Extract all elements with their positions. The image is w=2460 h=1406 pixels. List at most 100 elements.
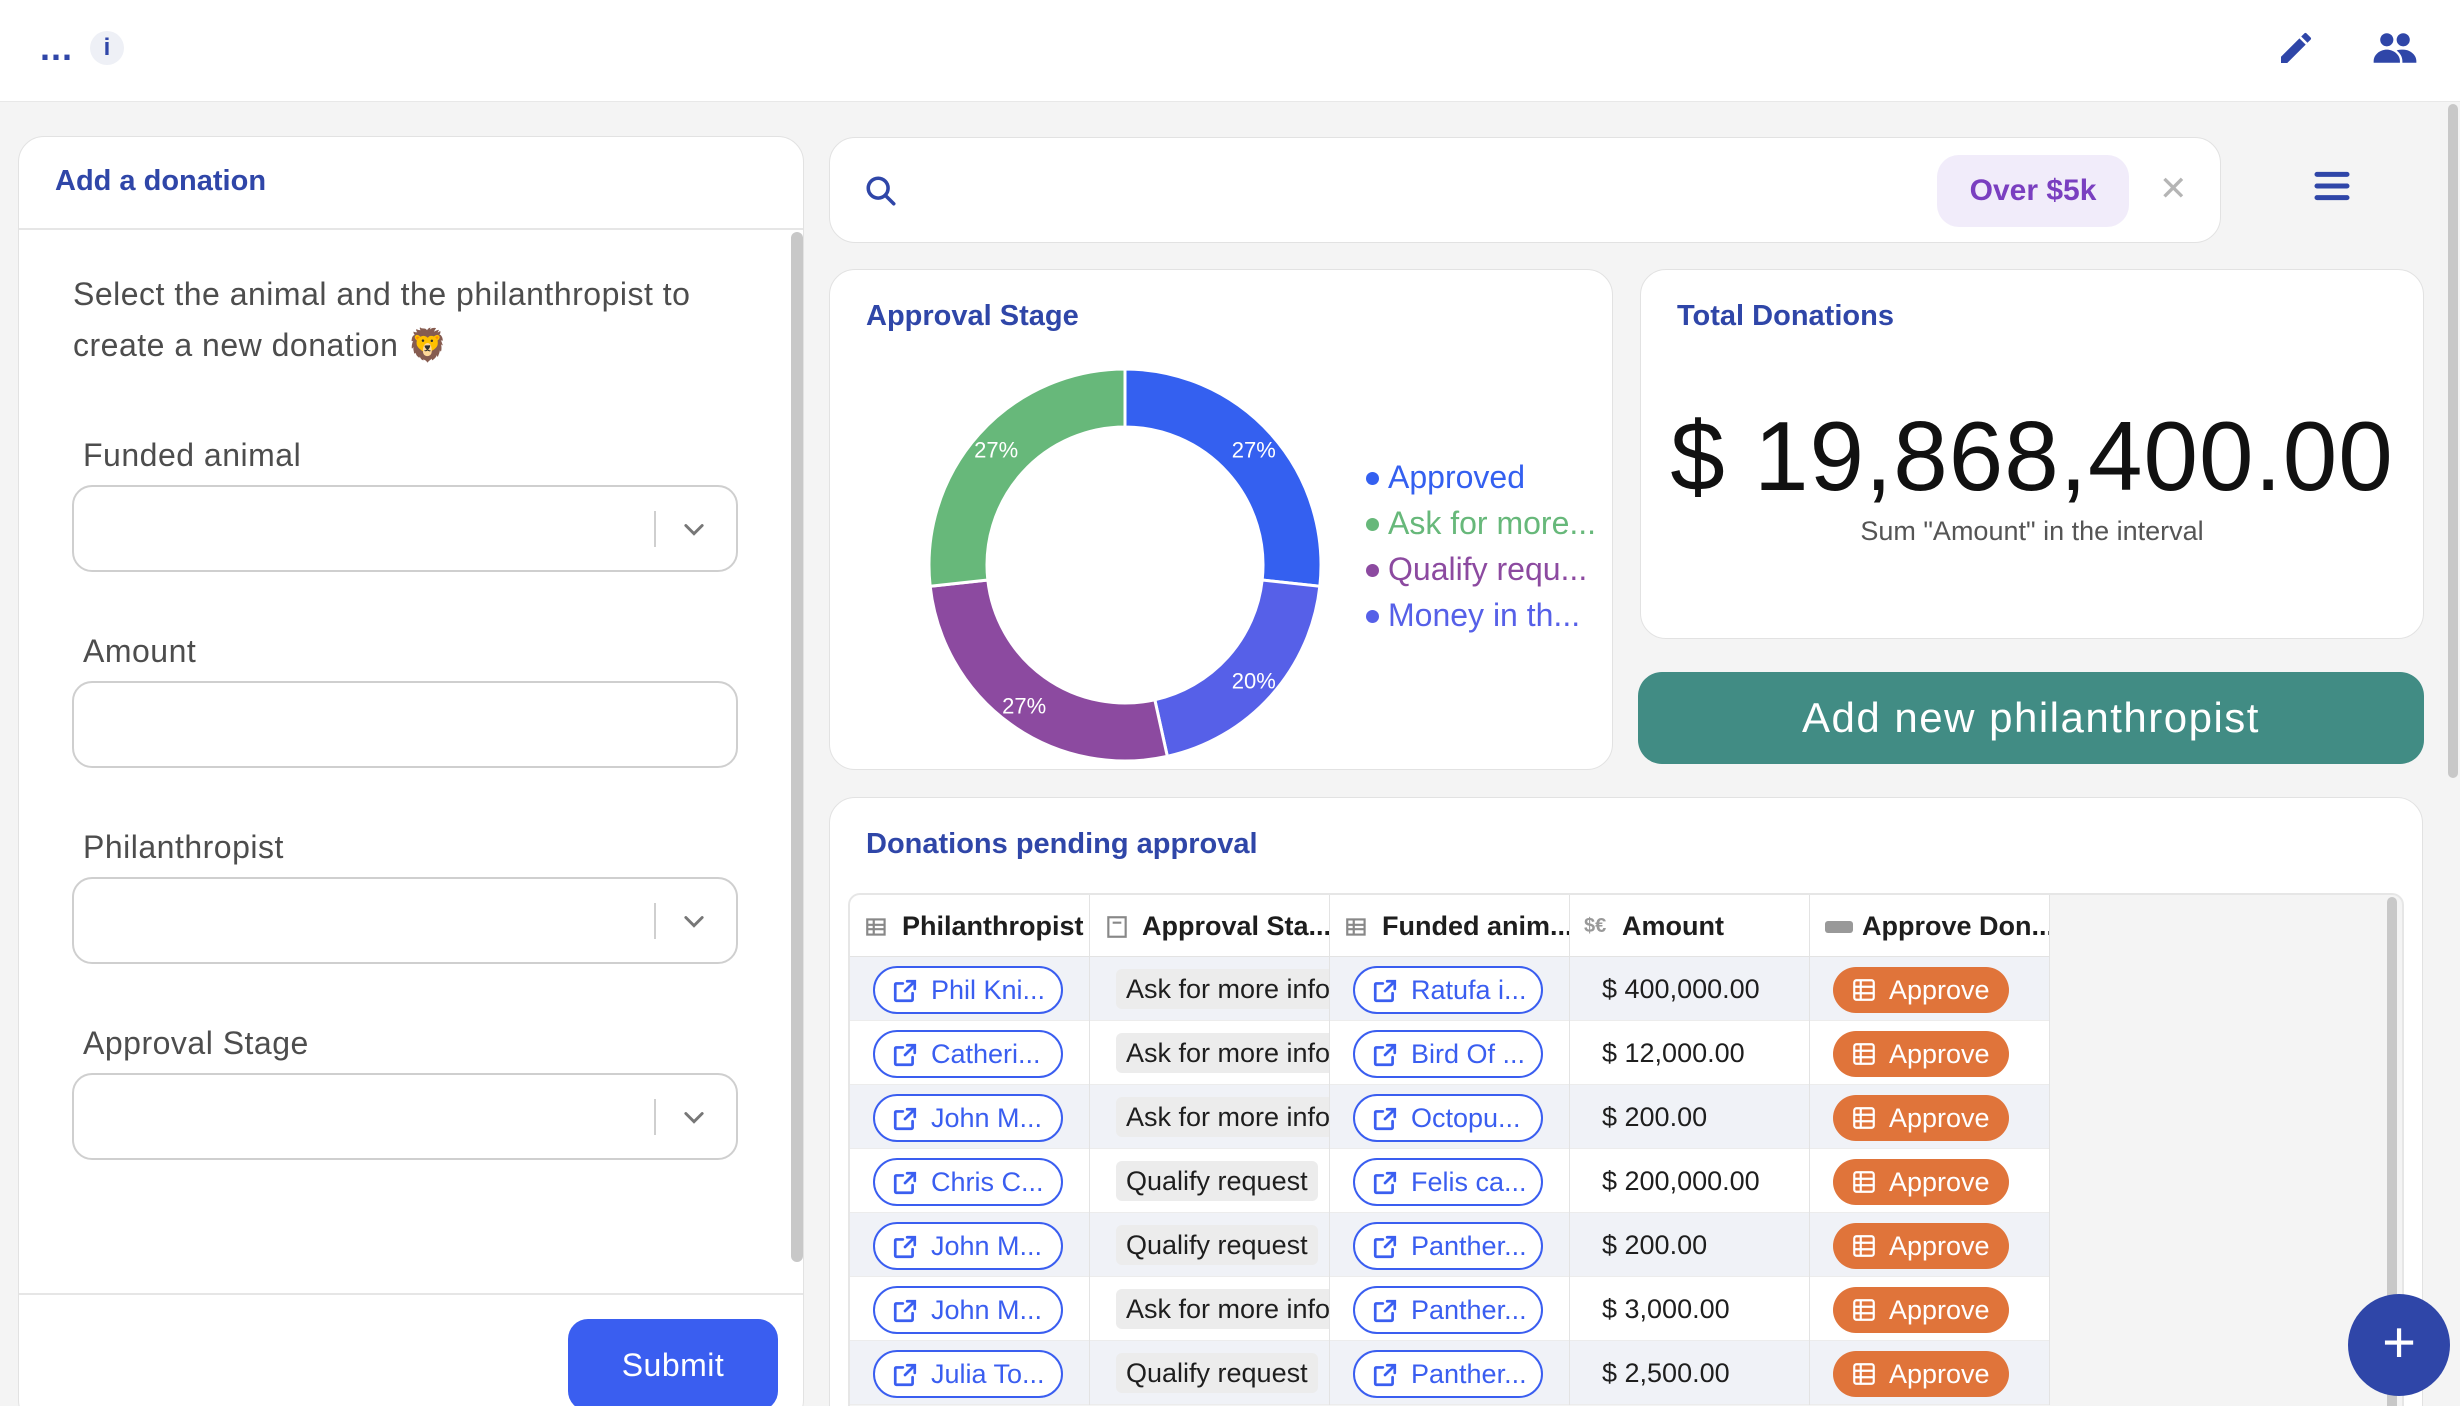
funded-animal-select[interactable] bbox=[72, 485, 738, 572]
pencil-icon[interactable] bbox=[2276, 28, 2316, 68]
cell-funded-animal: Panther... bbox=[1330, 1213, 1570, 1277]
button-field-icon bbox=[1825, 921, 1853, 933]
table-row[interactable]: John M... Ask for more info Octopu... $ … bbox=[850, 1085, 2050, 1149]
approve-button[interactable]: Approve bbox=[1833, 1223, 2009, 1269]
amount-value: $ 200.00 bbox=[1602, 1102, 1708, 1132]
more-icon[interactable]: ... bbox=[40, 30, 73, 66]
submit-button[interactable]: Submit bbox=[568, 1319, 778, 1406]
cell-philanthropist: John M... bbox=[850, 1085, 1090, 1149]
cell-approve: Approve bbox=[1810, 1213, 2050, 1277]
external-link-icon bbox=[893, 1107, 917, 1131]
chart-title: Approval Stage bbox=[866, 300, 1079, 332]
approve-label: Approve bbox=[1889, 1359, 1990, 1389]
table-row[interactable]: John M... Ask for more info Panther... $… bbox=[850, 1277, 2050, 1341]
column-header-amount[interactable]: $€ Amount bbox=[1570, 895, 1810, 957]
external-link-icon bbox=[1373, 1171, 1397, 1195]
stage-chip: Qualify request bbox=[1116, 1161, 1318, 1201]
search-icon[interactable] bbox=[864, 174, 898, 208]
amount-value: $ 200,000.00 bbox=[1602, 1166, 1760, 1196]
cell-approval-stage: Qualify request bbox=[1090, 1149, 1330, 1213]
animal-link[interactable]: Felis ca... bbox=[1353, 1158, 1543, 1206]
approval-stage-select[interactable] bbox=[72, 1073, 738, 1160]
donut-slice-approved[interactable] bbox=[1123, 367, 1323, 588]
table-row[interactable]: Chris C... Qualify request Felis ca... $… bbox=[850, 1149, 2050, 1213]
animal-link[interactable]: Panther... bbox=[1353, 1350, 1543, 1398]
form-scrollbar[interactable] bbox=[791, 232, 803, 1262]
column-header-funded-animal[interactable]: Funded anim... bbox=[1330, 895, 1570, 957]
external-link-icon bbox=[1373, 1107, 1397, 1131]
link-label: Phil Kni... bbox=[931, 975, 1046, 1005]
approve-button[interactable]: Approve bbox=[1833, 1095, 2009, 1141]
animal-link[interactable]: Octopu... bbox=[1353, 1094, 1543, 1142]
cell-philanthropist: John M... bbox=[850, 1277, 1090, 1341]
chevron-down-icon bbox=[684, 1112, 704, 1124]
info-icon[interactable]: i bbox=[90, 31, 124, 65]
legend-item-money-in[interactable]: Money in th... bbox=[1364, 592, 1596, 638]
users-icon[interactable] bbox=[2372, 28, 2418, 68]
philanthropist-link[interactable]: Phil Kni... bbox=[873, 966, 1063, 1014]
filter-tag-over-5k[interactable]: Over $5k bbox=[1937, 155, 2129, 227]
amount-value: $ 200.00 bbox=[1602, 1230, 1708, 1260]
donut-slice-qualify-requ[interactable] bbox=[928, 578, 1170, 763]
philanthropist-link[interactable]: John M... bbox=[873, 1286, 1063, 1334]
chevron-down-icon bbox=[684, 524, 704, 536]
animal-link[interactable]: Panther... bbox=[1353, 1222, 1543, 1270]
table-row[interactable]: John M... Qualify request Panther... $ 2… bbox=[850, 1213, 2050, 1277]
column-header-approve[interactable]: Approve Don... bbox=[1810, 895, 2050, 957]
total-subtitle: Sum "Amount" in the interval bbox=[1860, 516, 2204, 546]
philanthropist-select[interactable] bbox=[72, 877, 738, 964]
column-header-approval-stage[interactable]: Approval Sta... bbox=[1090, 895, 1330, 957]
slice-label: 20% bbox=[1232, 668, 1276, 693]
add-fab-button[interactable]: + bbox=[2348, 1294, 2450, 1396]
search-bar[interactable]: Over $5k ✕ bbox=[829, 137, 2221, 243]
philanthropist-link[interactable]: John M... bbox=[873, 1222, 1063, 1270]
column-label: Approval Sta... bbox=[1142, 911, 1330, 941]
philanthropist-link[interactable]: Chris C... bbox=[873, 1158, 1063, 1206]
total-title: Total Donations bbox=[1677, 300, 1894, 332]
approve-button[interactable]: Approve bbox=[1833, 967, 2009, 1013]
amount-value: $ 3,000.00 bbox=[1602, 1294, 1730, 1324]
animal-link[interactable]: Ratufa i... bbox=[1353, 966, 1543, 1014]
column-label: Funded anim... bbox=[1382, 911, 1570, 941]
table-header: Philanthropist Approval Sta... Funded an… bbox=[850, 895, 2050, 957]
philanthropist-link[interactable]: Julia To... bbox=[873, 1350, 1063, 1398]
chart-legend: Approved Ask for more... Qualify requ...… bbox=[1364, 454, 1596, 638]
animal-link[interactable]: Bird Of ... bbox=[1353, 1030, 1543, 1078]
legend-item-qualify-request[interactable]: Qualify requ... bbox=[1364, 546, 1596, 592]
cell-amount: $ 200.00 bbox=[1570, 1085, 1810, 1149]
external-link-icon bbox=[893, 1235, 917, 1259]
hamburger-icon[interactable] bbox=[2312, 166, 2352, 206]
table-row[interactable]: Phil Kni... Ask for more info Ratufa i..… bbox=[850, 957, 2050, 1021]
donut-slice-ask-for-more[interactable] bbox=[927, 367, 1127, 588]
approve-button[interactable]: Approve bbox=[1833, 1031, 2009, 1077]
approval-donut-chart[interactable]: 27% 20% 27% 27% bbox=[900, 340, 1350, 790]
table-link-icon bbox=[866, 918, 886, 936]
link-label: Ratufa i... bbox=[1411, 975, 1527, 1005]
legend-item-approved[interactable]: Approved bbox=[1364, 454, 1596, 500]
legend-item-ask-for-more[interactable]: Ask for more... bbox=[1364, 500, 1596, 546]
stage-chip: Ask for more info bbox=[1116, 1097, 1329, 1137]
philanthropist-link[interactable]: John M... bbox=[873, 1094, 1063, 1142]
link-label: John M... bbox=[931, 1103, 1043, 1133]
cell-approval-stage: Qualify request bbox=[1090, 1341, 1330, 1405]
table-row[interactable]: Catheri... Ask for more info Bird Of ...… bbox=[850, 1021, 2050, 1085]
cell-funded-animal: Ratufa i... bbox=[1330, 957, 1570, 1021]
currency-icon: $€ bbox=[1584, 915, 1607, 937]
animal-link[interactable]: Panther... bbox=[1353, 1286, 1543, 1334]
approve-button[interactable]: Approve bbox=[1833, 1351, 2009, 1397]
clear-filter-icon[interactable]: ✕ bbox=[2159, 164, 2188, 214]
approve-button[interactable]: Approve bbox=[1833, 1159, 2009, 1205]
table-icon bbox=[1853, 1043, 1875, 1065]
add-philanthropist-button[interactable]: Add new philanthropist bbox=[1638, 672, 2424, 764]
philanthropist-link[interactable]: Catheri... bbox=[873, 1030, 1063, 1078]
select-field-icon bbox=[1107, 916, 1127, 938]
column-header-philanthropist[interactable]: Philanthropist bbox=[850, 895, 1090, 957]
table-row[interactable]: Julia To... Qualify request Panther... $… bbox=[850, 1341, 2050, 1405]
amount-input[interactable] bbox=[72, 681, 738, 768]
column-label: Amount bbox=[1622, 911, 1724, 941]
panel-header: Add a donation bbox=[19, 137, 803, 230]
external-link-icon bbox=[1373, 1235, 1397, 1259]
table-icon bbox=[1853, 1363, 1875, 1385]
page-scrollbar[interactable] bbox=[2448, 104, 2458, 778]
approve-button[interactable]: Approve bbox=[1833, 1287, 2009, 1333]
